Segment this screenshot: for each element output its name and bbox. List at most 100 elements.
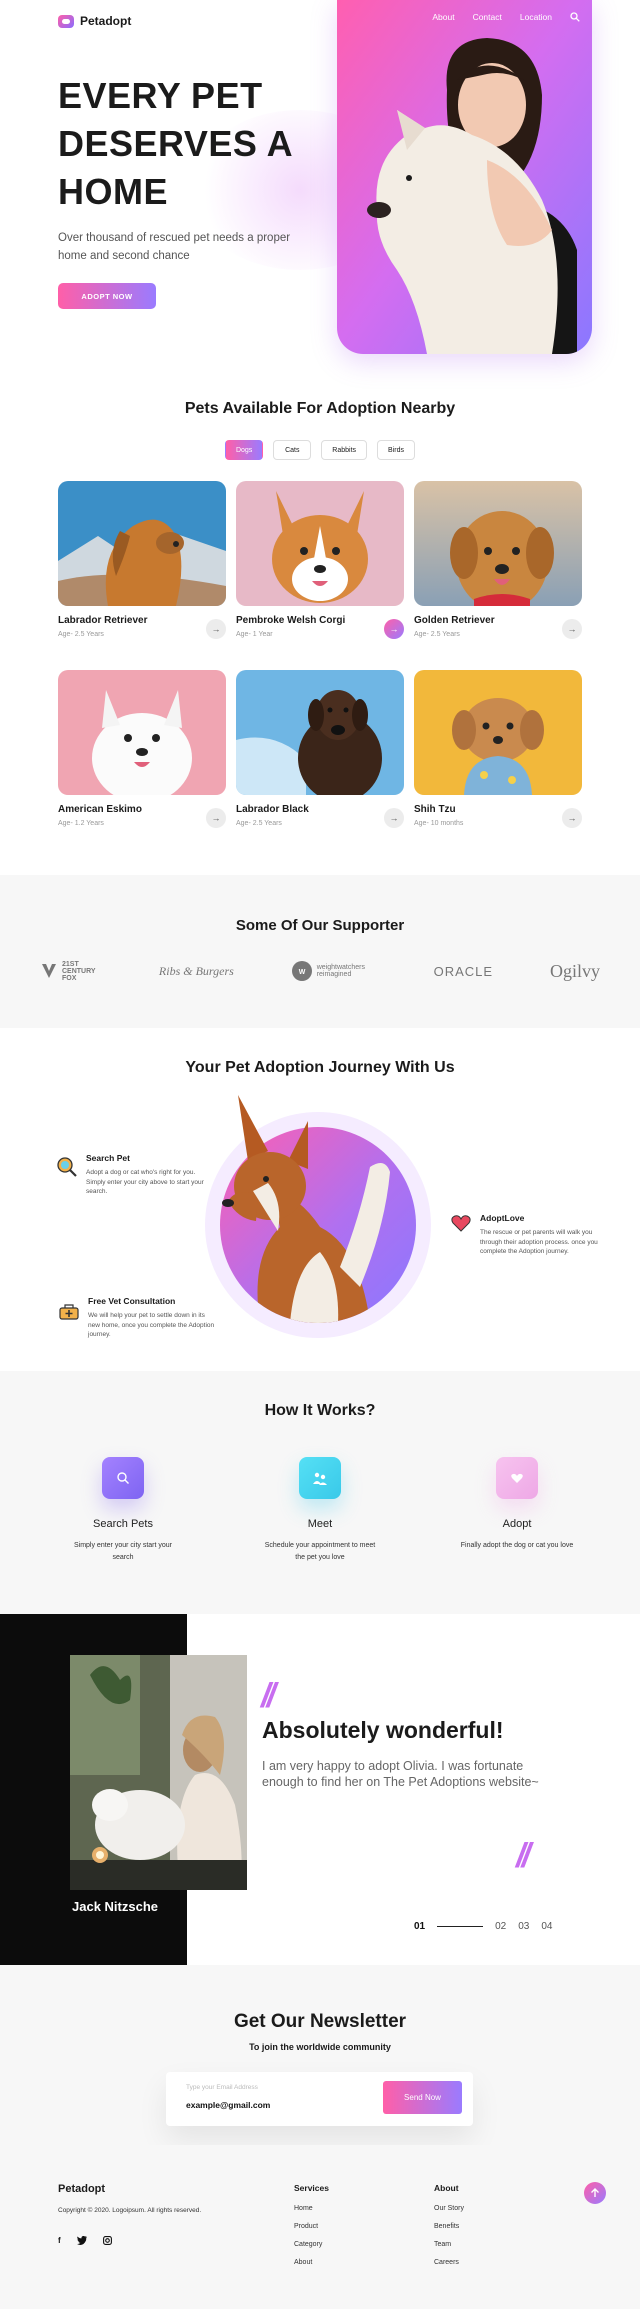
- pet-name: Labrador Black: [236, 804, 309, 815]
- footer-link[interactable]: Category: [294, 2241, 329, 2248]
- pet-card[interactable]: Labrador Retriever Age- 2.5 Years →: [58, 481, 226, 639]
- vet-consultation-icon: [58, 1300, 80, 1322]
- quote-open-icon: //: [261, 1677, 276, 1715]
- twitter-icon[interactable]: [76, 2236, 87, 2245]
- hero-title: EVERY PET DESERVES A HOME: [58, 72, 348, 216]
- page-indicator-4[interactable]: 04: [541, 1921, 552, 1932]
- pet-card[interactable]: Pembroke Welsh Corgi Age- 1 Year →: [236, 481, 404, 639]
- page-indicator-2[interactable]: 02: [495, 1921, 506, 1932]
- footer-link[interactable]: Careers: [434, 2259, 464, 2266]
- adopt-icon: [496, 1457, 538, 1499]
- tab-birds[interactable]: Birds: [377, 440, 416, 460]
- woman-hugging-dog-illustration: [367, 38, 577, 354]
- adopt-now-button[interactable]: ADOPT NOW: [58, 283, 156, 309]
- journey-step: Free Vet Consultation We will help your …: [88, 1296, 248, 1340]
- pet-name: American Eskimo: [58, 804, 142, 815]
- testimonial-pager: 01 02 03 04: [414, 1921, 553, 1932]
- send-now-button[interactable]: Send Now: [383, 2081, 462, 2114]
- ribs-burgers-logo: Ribs & Burgers: [158, 963, 234, 978]
- footer-link[interactable]: About: [294, 2259, 329, 2266]
- nav-location[interactable]: Location: [520, 12, 552, 22]
- page-indicator-3[interactable]: 03: [518, 1921, 529, 1932]
- supporter-logo-text: weightwatchers reimagined: [316, 964, 365, 978]
- pet-card[interactable]: Golden Retriever Age- 2.5 Years →: [414, 481, 582, 639]
- pet-name: Pembroke Welsh Corgi: [236, 615, 346, 626]
- footer-column-title: About: [434, 2183, 459, 2193]
- instagram-icon[interactable]: [102, 2236, 112, 2245]
- supporters-section: [0, 875, 640, 1028]
- pet-age: Age- 1 Year: [236, 631, 273, 638]
- how-step-text: Simply enter your city start your search: [73, 1542, 173, 1561]
- pet-age: Age- 1.2 Years: [58, 820, 104, 827]
- tab-cats[interactable]: Cats: [273, 440, 312, 460]
- brand-name: Petadopt: [80, 14, 132, 28]
- pet-name: Labrador Retriever: [58, 615, 148, 626]
- pet-photo: [58, 670, 226, 795]
- pet-photo: [236, 670, 404, 795]
- quote-close-icon: //: [516, 1837, 531, 1875]
- journey-step-text: Adopt a dog or cat who's right for you. …: [86, 1169, 204, 1195]
- testimonial-quote: I am very happy to adopt Olivia. I was f…: [262, 1759, 539, 1789]
- meet-icon: [299, 1457, 341, 1499]
- arrow-right-icon[interactable]: →: [562, 808, 582, 828]
- how-step: Search Pets Simply enter your city start…: [33, 1457, 213, 1564]
- journey-step-text: We will help your pet to settle down in …: [88, 1312, 215, 1338]
- journey-step-text: The rescue or pet parents will walk you …: [480, 1229, 598, 1255]
- nav-contact[interactable]: Contact: [473, 12, 502, 22]
- email-placeholder: Type your Email Address: [186, 2084, 258, 2091]
- woman-with-dog-photo: [70, 1655, 247, 1890]
- how-step: Meet Schedule your appointment to meet t…: [230, 1457, 410, 1564]
- search-pet-icon: [56, 1156, 78, 1178]
- fox-mark-icon: [42, 964, 56, 978]
- pet-photo: [414, 670, 582, 795]
- tab-dogs[interactable]: Dogs: [224, 440, 264, 460]
- journey-step-title: AdoptLove: [480, 1213, 525, 1223]
- journey-step-title: Free Vet Consultation: [88, 1296, 176, 1306]
- adopt-love-icon: [450, 1212, 472, 1234]
- newsletter-title: Get Our Newsletter: [233, 2011, 407, 2032]
- arrow-right-icon[interactable]: →: [206, 619, 226, 639]
- social-links: f: [58, 2236, 112, 2245]
- pet-name: Golden Retriever: [414, 615, 495, 626]
- footer-link[interactable]: Benefits: [434, 2223, 464, 2230]
- page-indicator-1[interactable]: 01: [414, 1921, 425, 1932]
- supporter-logo-text: 21ST CENTURY FOX: [62, 960, 96, 982]
- journey-step-title: Search Pet: [86, 1153, 130, 1163]
- arrow-up-icon: [591, 2188, 599, 2197]
- nav-about[interactable]: About: [432, 12, 454, 22]
- svg-text:W: W: [298, 969, 305, 976]
- facebook-icon[interactable]: f: [58, 2236, 61, 2245]
- how-step-title: Adopt: [502, 1518, 532, 1530]
- email-field[interactable]: example@gmail.com: [186, 2100, 270, 2110]
- ogilvy-logo: Ogilvy: [549, 960, 600, 981]
- pet-name: Shih Tzu: [414, 804, 456, 815]
- tab-rabbits[interactable]: Rabbits: [321, 440, 368, 460]
- pets-section-title: Pets Available For Adoption Nearby: [184, 400, 456, 417]
- search-icon[interactable]: [570, 12, 580, 22]
- supporter-logos: 21ST CENTURY FOX Ribs & Burgers W weight…: [40, 960, 600, 982]
- search-icon: [102, 1457, 144, 1499]
- pet-card[interactable]: Labrador Black Age- 2.5 Years →: [236, 670, 404, 828]
- pet-card[interactable]: Shih Tzu Age- 10 months →: [414, 670, 582, 828]
- arrow-right-icon[interactable]: →: [562, 619, 582, 639]
- arrow-right-icon[interactable]: →: [384, 808, 404, 828]
- how-step-text: Finally adopt the dog or cat you love: [460, 1542, 574, 1549]
- arrow-right-icon[interactable]: →: [206, 808, 226, 828]
- hero-title-line: DESERVES A: [58, 123, 294, 164]
- footer-link[interactable]: Home: [294, 2205, 329, 2212]
- how-step: Adopt Finally adopt the dog or cat you l…: [427, 1457, 607, 1552]
- pet-card[interactable]: American Eskimo Age- 1.2 Years →: [58, 670, 226, 828]
- footer-brand[interactable]: Petadopt: [58, 2183, 105, 2195]
- pet-type-tabs: Dogs Cats Rabbits Birds: [0, 440, 640, 460]
- arrow-right-icon[interactable]: →: [384, 619, 404, 639]
- hero-title-line: HOME: [58, 171, 168, 212]
- how-step-text: Schedule your appointment to meet the pe…: [264, 1542, 376, 1561]
- footer-link[interactable]: Our Story: [434, 2205, 464, 2212]
- footer-link[interactable]: Product: [294, 2223, 329, 2230]
- scroll-to-top-button[interactable]: [584, 2182, 606, 2204]
- brand-logo[interactable]: Petadopt: [58, 14, 131, 28]
- pet-photo: [58, 481, 226, 606]
- paw-logo-icon: [58, 14, 74, 28]
- hero-image: [337, 0, 592, 354]
- footer-link[interactable]: Team: [434, 2241, 464, 2248]
